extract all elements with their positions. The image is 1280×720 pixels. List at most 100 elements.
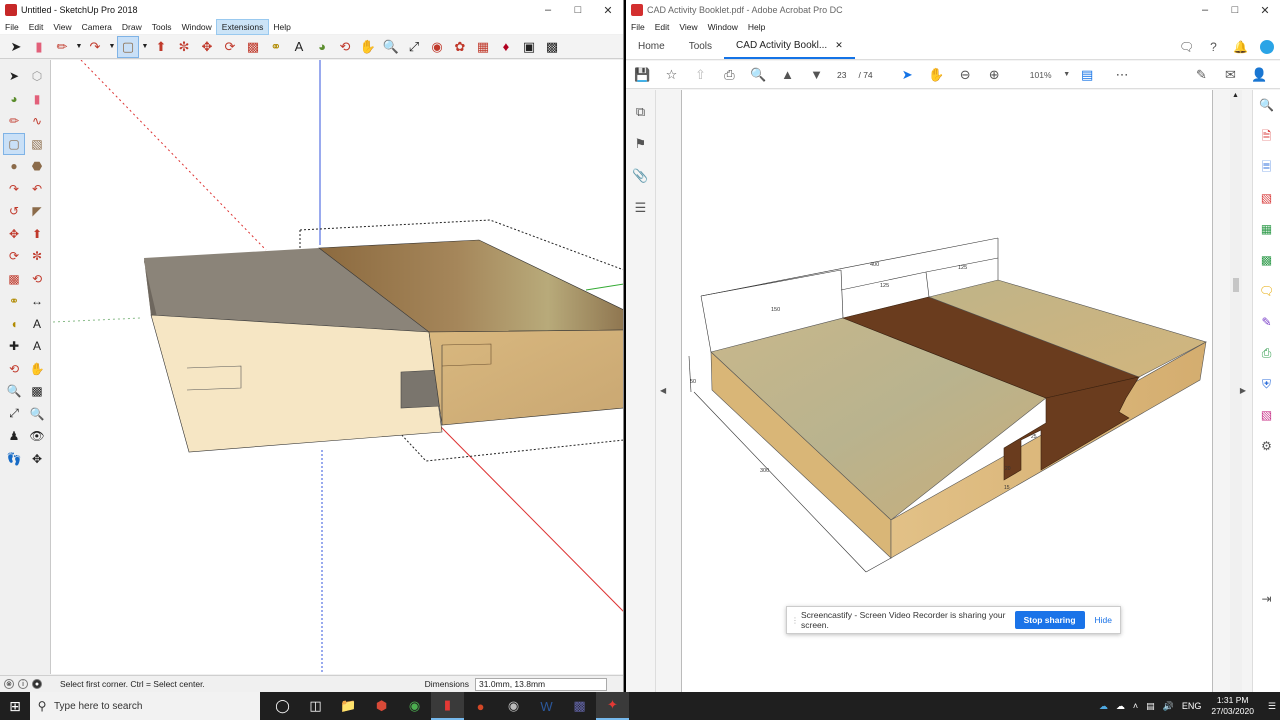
bookmark-star-icon[interactable]: ☆ bbox=[657, 67, 686, 83]
more-options-icon[interactable]: ⋯ bbox=[1108, 67, 1137, 83]
scale-icon[interactable]: ▩ bbox=[4, 269, 24, 289]
dimensions-input[interactable]: 31.0mm, 13.8mm bbox=[475, 677, 607, 691]
user-icon[interactable]: ● bbox=[32, 679, 42, 689]
rotate-icon[interactable]: ⟳ bbox=[4, 246, 24, 266]
app-icon[interactable]: ◉ bbox=[497, 692, 530, 720]
sign-icon[interactable]: ✎ bbox=[1187, 67, 1216, 83]
menu-help[interactable]: Help bbox=[743, 20, 770, 34]
pan-icon[interactable]: ✋ bbox=[27, 359, 47, 379]
page-thumbnails-icon[interactable]: ⧉ bbox=[626, 96, 655, 128]
rotate-icon[interactable]: ⟳ bbox=[220, 37, 240, 57]
minimize-button[interactable]: – bbox=[533, 0, 563, 20]
task-view-icon[interactable]: ◫ bbox=[299, 692, 332, 720]
walk-icon[interactable]: 👣 bbox=[4, 449, 24, 469]
dimension-icon[interactable]: ↔ bbox=[27, 291, 47, 311]
rectangle-tool-icon[interactable]: ▢ bbox=[117, 35, 139, 58]
export-pdf-icon[interactable]: 🗎 bbox=[1253, 121, 1280, 152]
acrobat-taskbar-icon[interactable]: ✦ bbox=[596, 692, 629, 720]
menu-tools[interactable]: Tools bbox=[147, 20, 177, 34]
chevron-down-icon[interactable]: ▼ bbox=[75, 37, 83, 57]
tab-tools[interactable]: Tools bbox=[677, 34, 724, 59]
volume-icon[interactable]: 🔊 bbox=[1163, 701, 1174, 712]
scrollbar-thumb[interactable] bbox=[1233, 278, 1239, 292]
select-arrow-icon[interactable]: ➤ bbox=[6, 37, 26, 57]
menu-window[interactable]: Window bbox=[703, 20, 743, 34]
paint-bucket-icon[interactable]: ◕ bbox=[312, 37, 332, 57]
geo-location-icon[interactable]: ⊗ bbox=[4, 679, 14, 689]
menu-help[interactable]: Help bbox=[268, 20, 295, 34]
axes-icon[interactable]: ✚ bbox=[4, 336, 24, 356]
pie-icon[interactable]: ◤ bbox=[27, 201, 47, 221]
styles-icon[interactable]: ▩ bbox=[542, 37, 562, 57]
two-point-arc-icon[interactable]: ↶ bbox=[27, 179, 47, 199]
close-icon[interactable]: ✕ bbox=[835, 40, 843, 51]
clock[interactable]: 1:31 PM 27/03/2020 bbox=[1211, 695, 1254, 717]
menu-edit[interactable]: Edit bbox=[24, 20, 49, 34]
arc-icon[interactable]: ↷ bbox=[85, 37, 105, 57]
notifications-icon[interactable]: ☰ bbox=[1268, 701, 1276, 712]
page-fit-icon[interactable]: ▤ bbox=[1073, 67, 1102, 83]
sketchup-taskbar-icon[interactable]: ⬢ bbox=[365, 692, 398, 720]
follow-me-icon[interactable]: ✼ bbox=[174, 37, 194, 57]
close-button[interactable]: ✕ bbox=[593, 0, 623, 20]
eraser-icon[interactable]: ▮ bbox=[29, 37, 49, 57]
eraser-icon[interactable]: ▮ bbox=[27, 89, 47, 109]
word-icon[interactable]: W bbox=[530, 692, 563, 720]
combine-files-icon[interactable]: ▩ bbox=[1253, 245, 1280, 276]
tab-home[interactable]: Home bbox=[626, 34, 677, 59]
screencastify-icon[interactable]: ▮ bbox=[431, 692, 464, 720]
hand-icon[interactable]: ✋ bbox=[922, 67, 951, 83]
maximize-button[interactable]: □ bbox=[1220, 0, 1250, 20]
zoom-select[interactable]: 101% bbox=[1021, 70, 1061, 80]
menu-window[interactable]: Window bbox=[177, 20, 217, 34]
file-explorer-icon[interactable]: 📁 bbox=[332, 692, 365, 720]
ruby-console-icon[interactable]: ♦ bbox=[496, 37, 516, 57]
create-pdf-icon[interactable]: 🗏 bbox=[1253, 152, 1280, 183]
menu-file[interactable]: File bbox=[0, 20, 24, 34]
onedrive-icon[interactable]: ☁ bbox=[1099, 701, 1108, 712]
credits-icon[interactable]: i bbox=[18, 679, 28, 689]
more-tools-icon[interactable]: ⚙ bbox=[1253, 431, 1280, 462]
chrome-icon[interactable]: ◉ bbox=[398, 692, 431, 720]
collapse-left-icon[interactable]: ◀ bbox=[660, 386, 666, 395]
tape-measure-icon[interactable]: ⚭ bbox=[266, 37, 286, 57]
help-icon[interactable]: ? bbox=[1200, 40, 1227, 54]
protractor-icon[interactable]: ◖ bbox=[4, 314, 24, 334]
push-pull-icon[interactable]: ⬆ bbox=[27, 224, 47, 244]
layers-icon[interactable]: ☰ bbox=[626, 192, 655, 224]
scale-icon[interactable]: ▩ bbox=[243, 37, 263, 57]
pencil-icon[interactable]: ✏ bbox=[52, 37, 72, 57]
hide-button[interactable]: Hide bbox=[1095, 615, 1112, 625]
chevron-down-icon[interactable]: ▼ bbox=[141, 37, 149, 57]
text-icon[interactable]: A bbox=[289, 37, 309, 57]
collapse-right-icon[interactable]: ▶ bbox=[1240, 386, 1246, 395]
drag-handle-icon[interactable]: ⋮ bbox=[791, 616, 801, 625]
prepare-form-icon[interactable]: ▧ bbox=[1253, 400, 1280, 431]
follow-me-icon[interactable]: ✼ bbox=[27, 246, 47, 266]
show-hidden-icons-icon[interactable]: ˄ bbox=[1133, 701, 1138, 711]
taskbar-search[interactable]: ⚲ Type here to search bbox=[30, 692, 260, 720]
save-icon[interactable]: 💾 bbox=[628, 67, 657, 83]
expand-icon[interactable]: ⇥ bbox=[1253, 584, 1280, 615]
network-icon[interactable]: ▤ bbox=[1146, 701, 1155, 712]
menu-draw[interactable]: Draw bbox=[117, 20, 147, 34]
stop-sharing-button[interactable]: Stop sharing bbox=[1014, 611, 1085, 629]
position-camera-icon[interactable]: ♟ bbox=[4, 426, 24, 446]
3d-text-icon[interactable]: A bbox=[27, 336, 47, 356]
polygon-icon[interactable]: ⬣ bbox=[27, 156, 47, 176]
onedrive-business-icon[interactable]: ☁ bbox=[1116, 701, 1125, 712]
minimize-button[interactable]: – bbox=[1190, 0, 1220, 20]
cortana-icon[interactable]: ◯ bbox=[266, 692, 299, 720]
protect-icon[interactable]: ⛨ bbox=[1253, 369, 1280, 400]
move-icon[interactable]: ✥ bbox=[4, 224, 24, 244]
warehouse-icon[interactable]: ◉ bbox=[427, 37, 447, 57]
three-point-arc-icon[interactable]: ↺ bbox=[4, 201, 24, 221]
upload-icon[interactable]: ⇧ bbox=[686, 67, 715, 83]
scenes-icon[interactable]: ▣ bbox=[519, 37, 539, 57]
text-icon[interactable]: A bbox=[27, 314, 47, 334]
chevron-down-icon[interactable]: ▼ bbox=[1061, 71, 1073, 78]
rectangle-icon[interactable]: ▢ bbox=[3, 132, 25, 155]
bookmarks-icon[interactable]: ⚑ bbox=[626, 128, 655, 160]
freehand-icon[interactable]: ∿ bbox=[27, 111, 47, 131]
page-number-input[interactable]: 23 bbox=[837, 70, 846, 80]
